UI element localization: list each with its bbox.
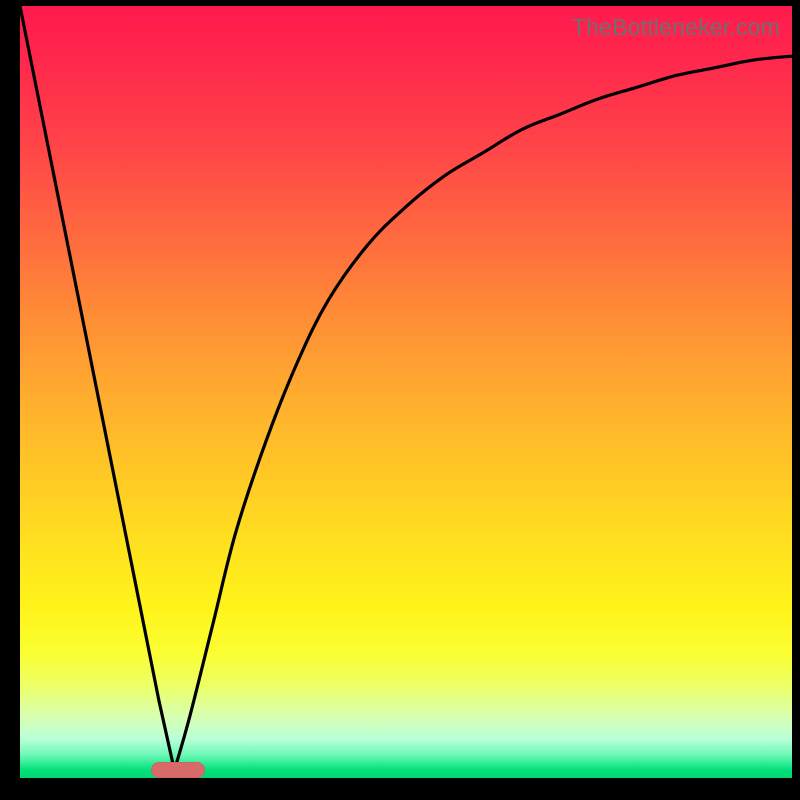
chart-frame: TheBottleneker.com [0,0,800,800]
curve-path [20,6,792,770]
bottleneck-curve [20,6,792,778]
optimal-marker [151,762,205,778]
plot-area: TheBottleneker.com [20,6,792,778]
